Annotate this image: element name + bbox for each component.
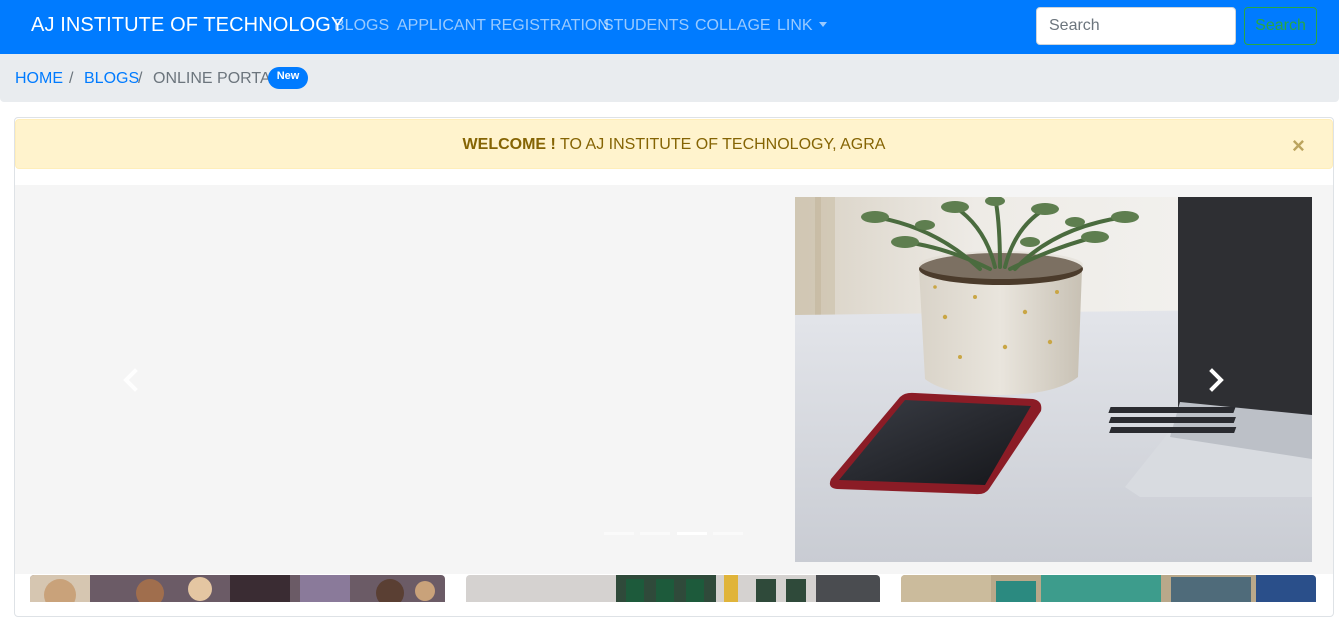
carousel-slide-image: [795, 197, 1312, 562]
search-input[interactable]: [1036, 7, 1236, 45]
close-icon[interactable]: ×: [1292, 135, 1305, 157]
breadcrumb-separator: /: [69, 70, 74, 87]
carousel-prev-button[interactable]: [116, 365, 146, 395]
nav-link-collage[interactable]: COLLAGE: [695, 17, 771, 35]
carousel-indicator[interactable]: [604, 532, 634, 535]
alert-text: TO AJ INSTITUTE OF TECHNOLOGY, AGRA: [555, 136, 886, 153]
workshop-photo-image: [901, 575, 1316, 602]
breadcrumb-home[interactable]: HOME: [15, 70, 63, 88]
alert-message: WELCOME ! TO AJ INSTITUTE OF TECHNOLOGY,…: [16, 136, 1332, 154]
search-button[interactable]: Search: [1244, 7, 1317, 45]
card-image-lab[interactable]: [466, 575, 880, 602]
classroom-photo-image: [30, 575, 445, 602]
top-navbar: AJ INSTITUTE OF TECHNOLOGY BLOGS APPLICA…: [0, 0, 1339, 54]
brand-link[interactable]: AJ INSTITUTE OF TECHNOLOGY: [31, 14, 344, 37]
caret-down-icon: [818, 22, 827, 27]
nav-link-dropdown[interactable]: LINK: [777, 17, 827, 35]
nav-link-dropdown-label: LINK: [777, 17, 813, 34]
chevron-right-icon: [1209, 368, 1224, 392]
card-image-workshop[interactable]: [901, 575, 1316, 602]
carousel-indicator[interactable]: [640, 532, 670, 535]
alert-strong: WELCOME !: [462, 136, 556, 153]
nav-link-students[interactable]: STUDENTS: [603, 17, 689, 35]
breadcrumb: HOME / BLOGS / ONLINE PORTAL: [0, 54, 1339, 102]
chevron-left-icon: [123, 368, 138, 392]
lab-photo-image: [466, 575, 880, 602]
nav-link-applicant-registration[interactable]: APPLICANT REGISTRATION: [397, 17, 609, 35]
breadcrumb-blogs[interactable]: BLOGS: [84, 70, 139, 88]
welcome-alert: WELCOME ! TO AJ INSTITUTE OF TECHNOLOGY,…: [15, 119, 1333, 169]
nav-link-blogs[interactable]: BLOGS: [334, 17, 389, 35]
desk-photo-image: [795, 197, 1312, 562]
breadcrumb-current: ONLINE PORTAL: [153, 70, 280, 87]
card-image-classroom[interactable]: [30, 575, 445, 602]
carousel-next-button[interactable]: [1201, 365, 1231, 395]
carousel-indicator[interactable]: [713, 532, 743, 535]
carousel-indicator-active[interactable]: [677, 532, 707, 535]
breadcrumb-separator: /: [138, 70, 143, 87]
new-badge: New: [268, 67, 308, 89]
